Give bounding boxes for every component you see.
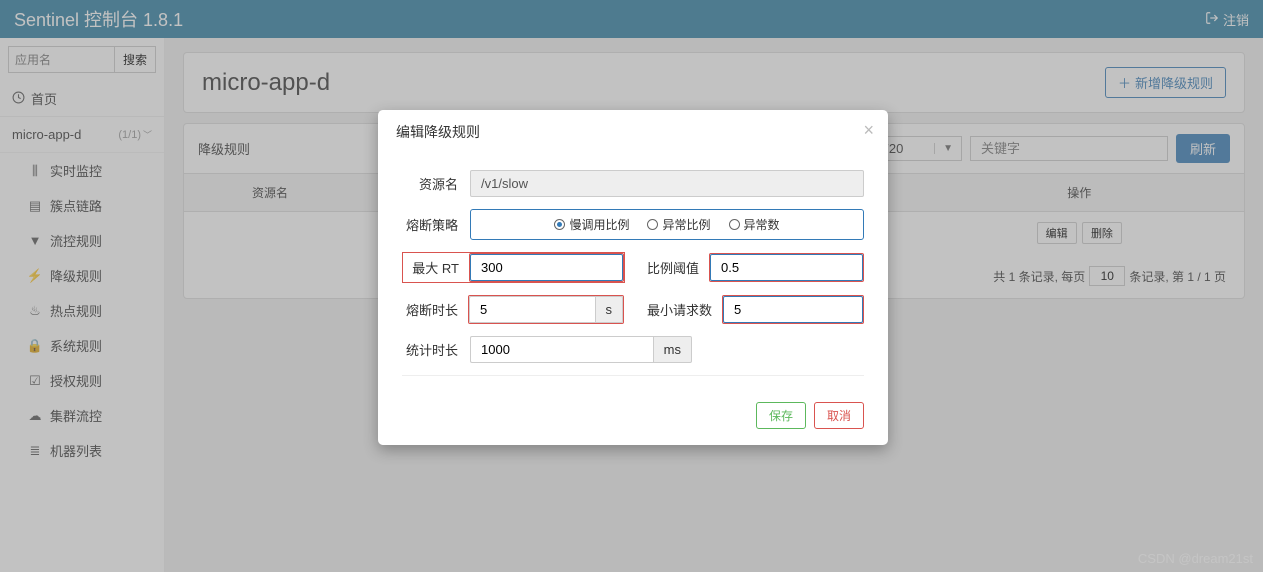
- save-button[interactable]: 保存: [756, 402, 806, 429]
- ratio-label: 比例阈值: [643, 258, 699, 277]
- stat-label: 统计时长: [402, 340, 458, 359]
- maxrt-label: 最大 RT: [403, 258, 459, 277]
- watermark: CSDN @dream21st: [1138, 551, 1253, 566]
- minreq-input[interactable]: [723, 296, 863, 323]
- radio-icon: [647, 219, 658, 230]
- ratio-input[interactable]: [710, 254, 863, 281]
- radio-error-ratio[interactable]: 异常比例: [647, 216, 710, 233]
- timewindow-label: 熔断时长: [402, 300, 458, 319]
- strategy-radio-group: 慢调用比例 异常比例 异常数: [470, 209, 864, 240]
- radio-error-count[interactable]: 异常数: [729, 216, 780, 233]
- cancel-button[interactable]: 取消: [814, 402, 864, 429]
- radio-icon: [729, 219, 740, 230]
- resource-label: 资源名: [402, 174, 458, 193]
- resource-input: [470, 170, 864, 197]
- radio-icon: [554, 219, 565, 230]
- strategy-label: 熔断策略: [402, 215, 458, 234]
- stat-unit: ms: [653, 336, 692, 363]
- timewindow-unit: s: [595, 296, 624, 323]
- modal-title: 编辑降级规则: [396, 122, 870, 142]
- stat-input[interactable]: [470, 336, 653, 363]
- edit-rule-modal: 编辑降级规则 × 资源名 熔断策略 慢调用比例 异常比例 异常数 最大 RT: [378, 110, 888, 445]
- timewindow-input[interactable]: [469, 296, 595, 323]
- close-icon[interactable]: ×: [863, 120, 874, 141]
- maxrt-input[interactable]: [470, 254, 623, 281]
- minreq-label: 最小请求数: [642, 300, 712, 319]
- radio-slow[interactable]: 慢调用比例: [554, 216, 629, 233]
